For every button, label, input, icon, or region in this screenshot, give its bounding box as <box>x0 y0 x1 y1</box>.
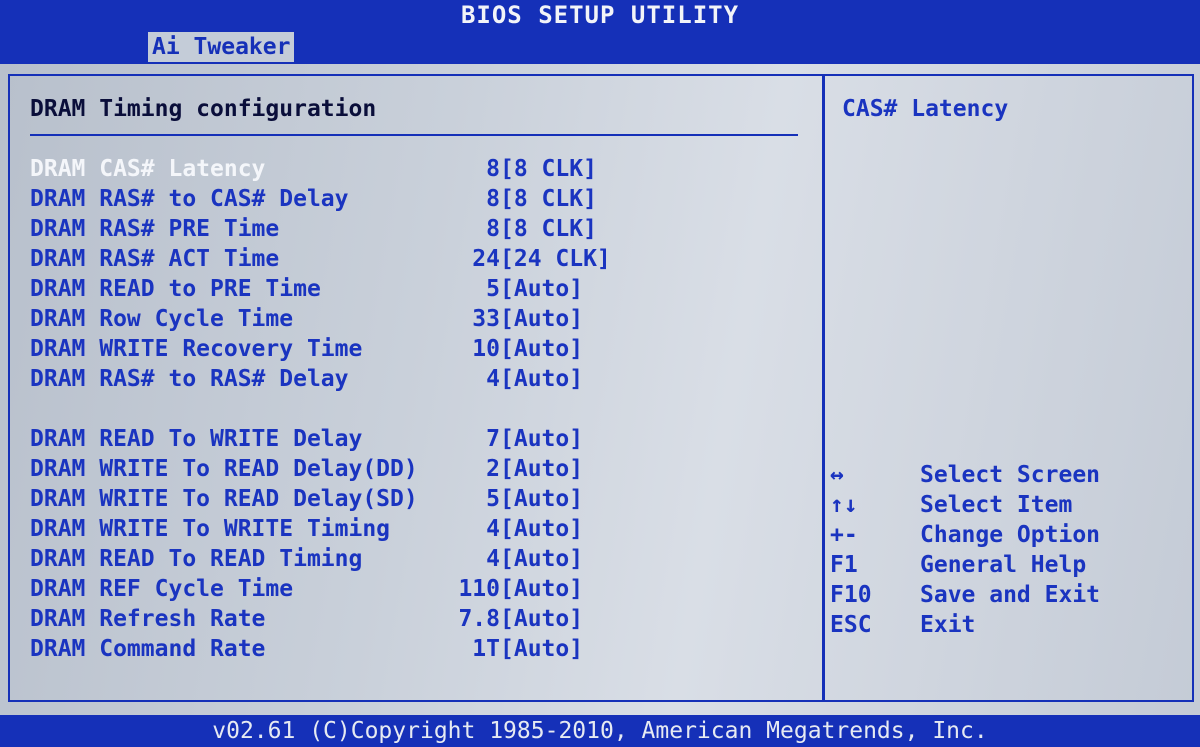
setting-label: DRAM WRITE To READ Delay(DD) <box>30 456 418 482</box>
key-row-save-exit: F10 Save and Exit <box>830 580 1190 610</box>
setting-value: 8 <box>486 186 500 212</box>
tab-ai-tweaker[interactable]: Ai Tweaker <box>148 32 295 62</box>
setting-label: DRAM READ to PRE Time <box>30 276 321 302</box>
setting-label: DRAM WRITE Recovery Time <box>30 336 363 362</box>
setting-label: DRAM REF Cycle Time <box>30 576 294 602</box>
key-description: Change Option <box>920 522 1101 548</box>
key-row-select-item: ↑↓ Select Item <box>830 490 1190 520</box>
plus-minus-icon: +- <box>830 522 858 548</box>
setting-option[interactable]: [Auto] <box>500 604 583 634</box>
key-row-select-screen: ↔ Select Screen <box>830 460 1190 490</box>
content-frame: DRAM Timing configuration DRAM CAS# Late… <box>8 74 1194 702</box>
key-description: General Help <box>920 552 1087 578</box>
left-right-arrow-icon: ↔ <box>830 462 844 488</box>
setting-label: DRAM WRITE To WRITE Timing <box>30 516 391 542</box>
setting-label: DRAM RAS# ACT Time <box>30 246 280 272</box>
setting-value: 4 <box>486 366 500 392</box>
copyright-footer: v02.61 (C)Copyright 1985-2010, American … <box>0 715 1200 747</box>
key-description: Save and Exit <box>920 582 1101 608</box>
panel-divider <box>822 76 825 700</box>
setting-value: 4 <box>486 546 500 572</box>
setting-option[interactable]: [Auto] <box>500 574 583 604</box>
setting-row-ref-cycle-time[interactable]: DRAM REF Cycle Time 110 [Auto] <box>30 574 810 604</box>
key-f10: F10 <box>830 582 872 608</box>
setting-option[interactable]: [8 CLK] <box>500 184 597 214</box>
setting-row-ras-pre-time[interactable]: DRAM RAS# PRE Time 8 [8 CLK] <box>30 214 810 244</box>
setting-option[interactable]: [Auto] <box>500 274 583 304</box>
setting-row-read-to-read-timing[interactable]: DRAM READ To READ Timing 4 [Auto] <box>30 544 810 574</box>
setting-value: 2 <box>486 456 500 482</box>
setting-option[interactable]: [Auto] <box>500 454 583 484</box>
key-row-change-option: +- Change Option <box>830 520 1190 550</box>
key-esc: ESC <box>830 612 872 638</box>
main-panel: DRAM Timing configuration DRAM CAS# Late… <box>0 64 1200 715</box>
setting-row-command-rate[interactable]: DRAM Command Rate 1T [Auto] <box>30 634 810 664</box>
setting-value: 10 <box>472 336 500 362</box>
setting-option[interactable]: [Auto] <box>500 304 583 334</box>
setting-option[interactable]: [Auto] <box>500 634 583 664</box>
setting-row-write-to-read-delay-dd[interactable]: DRAM WRITE To READ Delay(DD) 2 [Auto] <box>30 454 810 484</box>
setting-value: 1T <box>472 636 500 662</box>
setting-value: 24 <box>472 246 500 272</box>
setting-label: DRAM Row Cycle Time <box>30 306 294 332</box>
setting-label: DRAM READ To READ Timing <box>30 546 363 572</box>
section-title: DRAM Timing configuration <box>30 96 377 122</box>
setting-row-read-to-write-delay[interactable]: DRAM READ To WRITE Delay 7 [Auto] <box>30 424 810 454</box>
setting-label: DRAM Command Rate <box>30 636 266 662</box>
title-underline <box>30 134 798 136</box>
key-description: Select Item <box>920 492 1073 518</box>
setting-row-cas-latency[interactable]: DRAM CAS# Latency 8 [8 CLK] <box>30 154 810 184</box>
setting-option[interactable]: [Auto] <box>500 424 583 454</box>
setting-value: 5 <box>486 276 500 302</box>
setting-value: 4 <box>486 516 500 542</box>
setting-value: 7 <box>486 426 500 452</box>
setting-label: DRAM Refresh Rate <box>30 606 266 632</box>
setting-label: DRAM WRITE To READ Delay(SD) <box>30 486 418 512</box>
tab-bar: Ai Tweaker <box>0 30 1200 64</box>
setting-option[interactable]: [8 CLK] <box>500 214 597 244</box>
setting-row-ras-to-ras-delay[interactable]: DRAM RAS# to RAS# Delay 4 [Auto] <box>30 364 810 394</box>
setting-label: DRAM READ To WRITE Delay <box>30 426 363 452</box>
help-title: CAS# Latency <box>842 96 1009 122</box>
setting-row-row-cycle-time[interactable]: DRAM Row Cycle Time 33 [Auto] <box>30 304 810 334</box>
up-down-arrow-icon: ↑↓ <box>830 492 858 518</box>
setting-row-ras-act-time[interactable]: DRAM RAS# ACT Time 24 [24 CLK] <box>30 244 810 274</box>
setting-value: 7.8 <box>458 606 500 632</box>
setting-row-write-recovery-time[interactable]: DRAM WRITE Recovery Time 10 [Auto] <box>30 334 810 364</box>
setting-label: DRAM RAS# to CAS# Delay <box>30 186 349 212</box>
setting-row-read-to-pre-time[interactable]: DRAM READ to PRE Time 5 [Auto] <box>30 274 810 304</box>
key-description: Exit <box>920 612 976 638</box>
setting-value: 8 <box>486 156 500 182</box>
key-f1: F1 <box>830 552 858 578</box>
setting-option[interactable]: [Auto] <box>500 364 583 394</box>
setting-value: 8 <box>486 216 500 242</box>
setting-label: DRAM RAS# PRE Time <box>30 216 280 242</box>
setting-option[interactable]: [8 CLK] <box>500 154 597 184</box>
setting-label: DRAM CAS# Latency <box>30 156 266 182</box>
key-description: Select Screen <box>920 462 1101 488</box>
setting-option[interactable]: [Auto] <box>500 334 583 364</box>
key-row-exit: ESC Exit <box>830 610 1190 640</box>
setting-row-refresh-rate[interactable]: DRAM Refresh Rate 7.8 [Auto] <box>30 604 810 634</box>
window-title: BIOS SETUP UTILITY <box>0 0 1200 30</box>
setting-option[interactable]: [Auto] <box>500 514 583 544</box>
setting-option[interactable]: [Auto] <box>500 544 583 574</box>
setting-row-write-to-write-timing[interactable]: DRAM WRITE To WRITE Timing 4 [Auto] <box>30 514 810 544</box>
setting-label: DRAM RAS# to RAS# Delay <box>30 366 349 392</box>
setting-option[interactable]: [24 CLK] <box>500 244 611 274</box>
setting-value: 33 <box>472 306 500 332</box>
setting-row-ras-to-cas-delay[interactable]: DRAM RAS# to CAS# Delay 8 [8 CLK] <box>30 184 810 214</box>
setting-value: 110 <box>458 576 500 602</box>
setting-value: 5 <box>486 486 500 512</box>
setting-row-write-to-read-delay-sd[interactable]: DRAM WRITE To READ Delay(SD) 5 [Auto] <box>30 484 810 514</box>
key-row-general-help: F1 General Help <box>830 550 1190 580</box>
setting-option[interactable]: [Auto] <box>500 484 583 514</box>
